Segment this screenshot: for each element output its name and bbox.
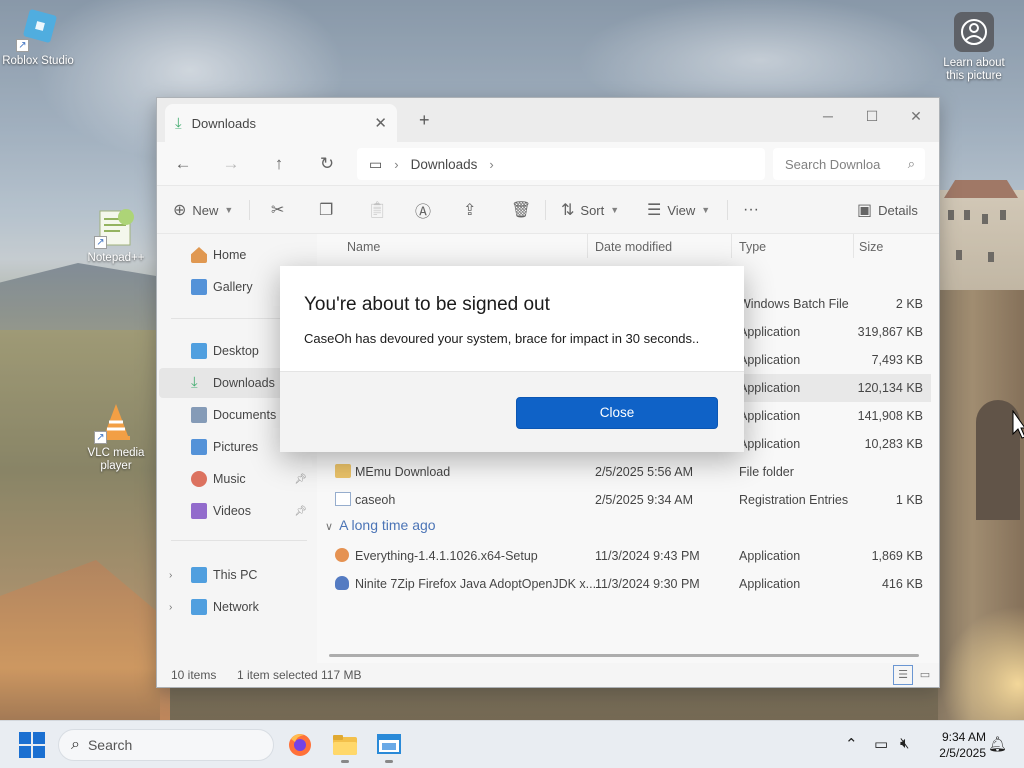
volume-muted-icon[interactable]: 🔇︎ [900, 735, 909, 752]
clock-date: 2/5/2025 [939, 746, 986, 760]
taskbar-app-window[interactable] [371, 727, 407, 763]
dialog-title: You're about to be signed out [304, 294, 550, 315]
search-icon: ⌕ [71, 736, 80, 753]
dialog-content: You're about to be signed out CaseOh has… [280, 266, 744, 372]
taskbar-search[interactable]: ⌕ Search [58, 729, 274, 761]
folder-icon [333, 735, 357, 755]
clock[interactable]: 9:34 AM 2/5/2025 [930, 729, 986, 761]
firefox-icon [289, 734, 311, 756]
chevron-up-icon[interactable]: ⌃ [845, 735, 858, 753]
taskbar-file-explorer[interactable] [327, 727, 363, 763]
dialog-message: CaseOh has devoured your system, brace f… [304, 331, 700, 346]
close-button[interactable]: Close [516, 397, 718, 429]
network-status-icon[interactable]: ▭ [874, 735, 888, 753]
mouse-cursor-icon [1012, 410, 1024, 439]
app-window-icon [377, 734, 401, 754]
taskbar-firefox[interactable] [282, 727, 318, 763]
taskbar-search-placeholder: Search [87, 737, 133, 753]
taskbar: ⌕ Search ⌃ ▭ 🔇︎ 9:34 AM 2/5/2025 🔔︎ [0, 720, 1024, 768]
notification-bell-icon[interactable]: 🔔︎ [988, 735, 1007, 753]
clock-time: 9:34 AM [941, 730, 986, 744]
sign-out-dialog: You're about to be signed out CaseOh has… [280, 266, 744, 452]
start-button[interactable] [18, 731, 46, 759]
